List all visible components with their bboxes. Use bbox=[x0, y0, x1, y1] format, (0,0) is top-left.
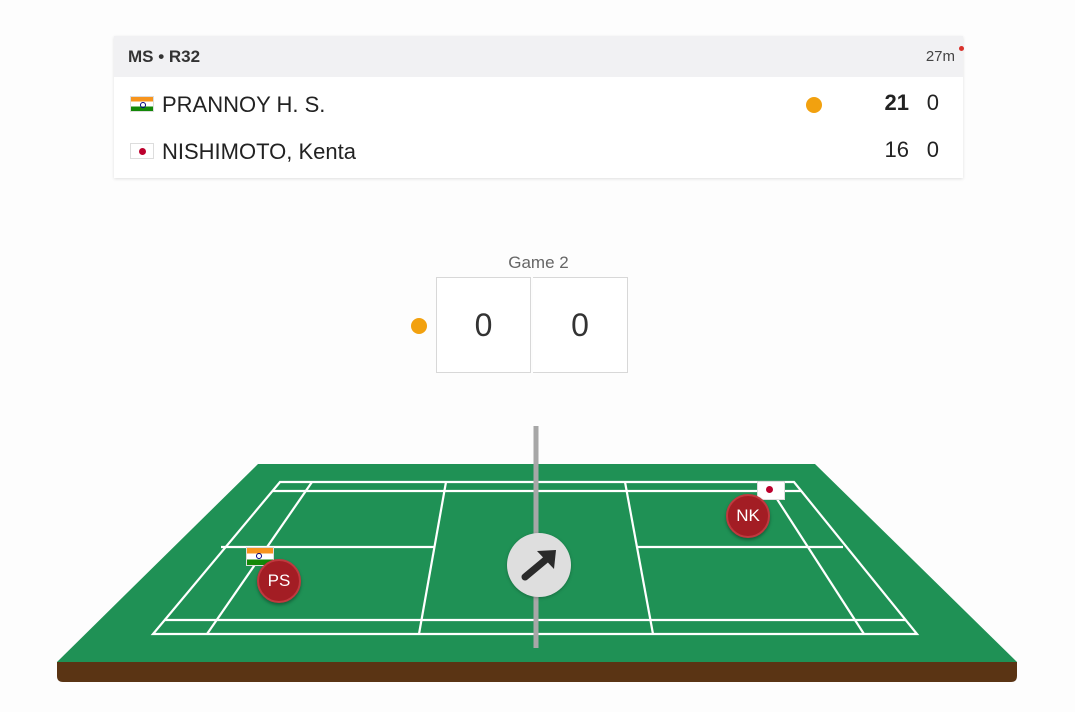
shuttle-direction-button[interactable] bbox=[507, 533, 571, 597]
player-badge-left-initials: PS bbox=[267, 571, 291, 590]
badminton-court bbox=[57, 426, 1017, 682]
arrow-up-right-icon bbox=[521, 550, 556, 581]
player-badge-left[interactable]: PS bbox=[257, 559, 301, 603]
court-japan-flag-icon bbox=[757, 481, 785, 500]
player-badge-right-initials: NK bbox=[736, 506, 760, 525]
player-badge-right[interactable]: NK bbox=[726, 494, 770, 538]
court-base bbox=[57, 662, 1017, 682]
